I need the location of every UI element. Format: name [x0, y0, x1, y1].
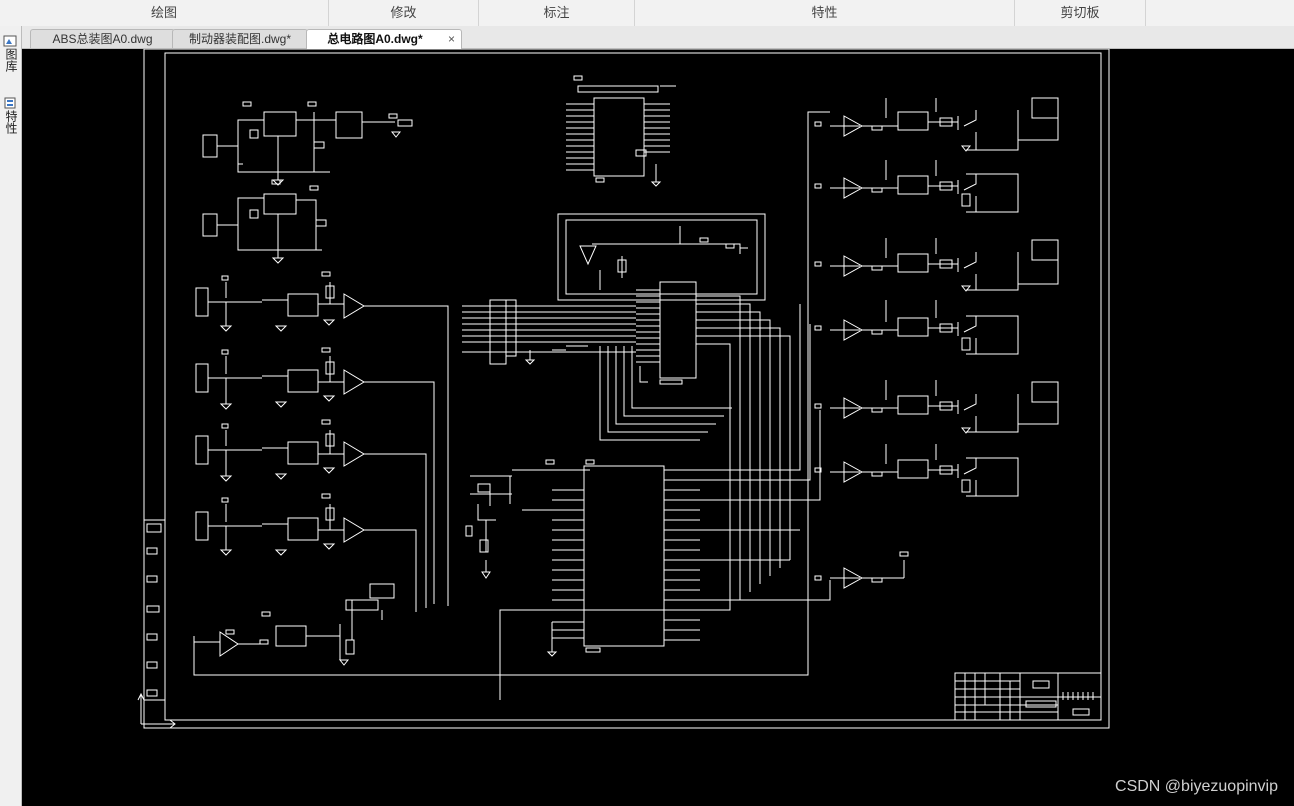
properties-icon[interactable]: [4, 96, 16, 109]
ribbon-group-dimension[interactable]: 标注: [479, 0, 635, 26]
tab-abs-assembly[interactable]: ABS总装图A0.dwg: [30, 29, 175, 48]
palette-item-properties[interactable]: 特性: [3, 110, 18, 134]
document-tab-bar: ABS总装图A0.dwg 制动器装配图.dwg* 总电路图A0.dwg* ×: [0, 26, 1294, 49]
power-supply-block-1: [202, 101, 413, 186]
library-icon[interactable]: [3, 34, 17, 47]
output-channel-6: [814, 444, 1019, 497]
output-channel-3: [814, 238, 1059, 292]
center-upper-chip: [462, 213, 791, 700]
sensor-channel-3: [195, 419, 427, 608]
ribbon-group-draw[interactable]: 绘图: [0, 0, 329, 26]
palette-item-library[interactable]: 图库: [3, 48, 18, 72]
output-channel-5: [814, 380, 1059, 434]
output-channel-4: [814, 300, 1019, 355]
main-mcu: [465, 304, 831, 657]
tab-circuit-diagram[interactable]: 总电路图A0.dwg* ×: [306, 29, 462, 49]
sensor-channel-1: [195, 271, 449, 606]
close-icon[interactable]: ×: [448, 30, 455, 49]
tab-label: 制动器装配图.dwg*: [188, 32, 292, 46]
drawing-canvas[interactable]: [22, 49, 1294, 806]
ribbon-group-modify[interactable]: 修改: [329, 0, 479, 26]
title-block: [954, 672, 1102, 721]
output-channel-2: [814, 160, 1019, 213]
output-channel-7: [814, 551, 909, 589]
side-palette: 图库 特性: [0, 26, 22, 806]
output-channel-1: [814, 97, 1059, 152]
ribbon-group-clipboard[interactable]: 剪切板: [1015, 0, 1146, 26]
top-chip: [566, 75, 676, 187]
sheet-inner-border: [164, 52, 1102, 721]
left-margin-column: [144, 519, 165, 701]
tab-brake-assembly[interactable]: 制动器装配图.dwg*: [172, 29, 308, 48]
power-supply-block-2: [202, 179, 327, 264]
tab-label: 总电路图A0.dwg*: [327, 32, 423, 46]
watermark: CSDN @biyezuopinvip: [1115, 778, 1278, 795]
tab-label: ABS总装图A0.dwg: [52, 32, 153, 46]
circuit-drawing: [137, 49, 1110, 729]
ribbon-bar: 绘图 修改 标注 特性 剪切板: [0, 0, 1294, 27]
bottom-left-driver: [193, 111, 830, 676]
ribbon-group-properties[interactable]: 特性: [635, 0, 1015, 26]
sensor-channel-4: [195, 493, 417, 612]
